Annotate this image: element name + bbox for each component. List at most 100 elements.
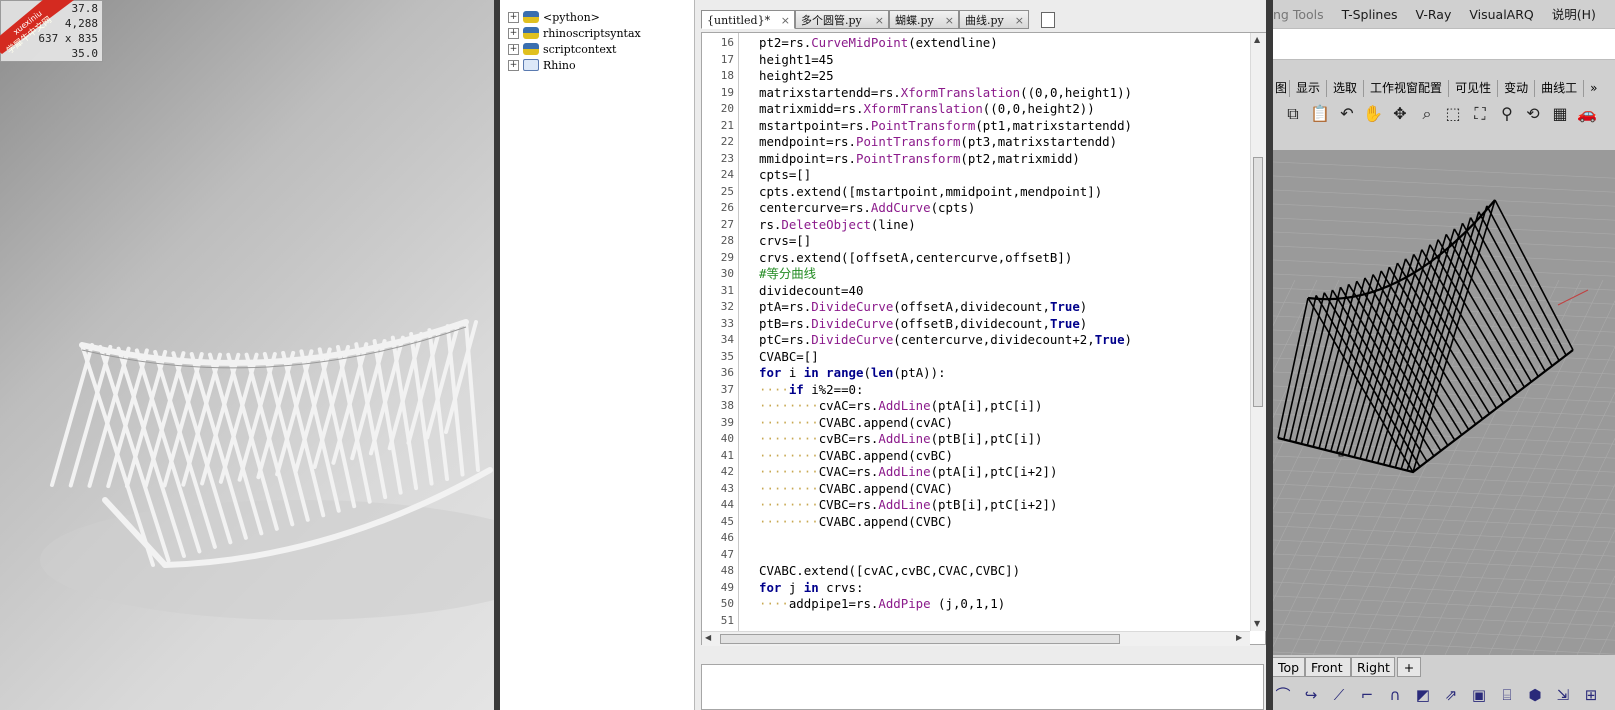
rhino-module-icon — [523, 59, 539, 71]
code-line: rs.DeleteObject(line) — [759, 216, 916, 232]
viewport-tabs: Top Front Right + — [1273, 657, 1615, 679]
tab-untitled[interactable]: {untitled}* × — [701, 10, 795, 29]
bottom-toolbar: ⌒ ↪ ⟋ ⌐ ∩ ◩ ⇗ ▣ ⌸ ⬢ ⇲ ⊞ — [1273, 682, 1615, 710]
wireframe-model — [1273, 161, 1615, 655]
command-line[interactable] — [1273, 28, 1615, 60]
add-viewport-icon[interactable]: + — [1397, 657, 1421, 677]
perspective-viewport[interactable] — [1273, 150, 1615, 655]
toolbar-tab[interactable]: 可见性 — [1449, 80, 1499, 97]
blend-icon[interactable]: ↪ — [1301, 685, 1321, 705]
toolbar-tab[interactable]: 曲线工 — [1535, 80, 1585, 97]
tab-curve[interactable]: 曲线.py × — [959, 10, 1029, 29]
rotate-view-icon[interactable]: ⟲ — [1523, 104, 1543, 124]
script-editor-window: + <python> + rhinoscriptsyntax + scriptc… — [500, 0, 1266, 710]
pipe-sculpture-render — [40, 319, 494, 620]
watermark-logo: xuexiniu 学犀牛中文网 — [0, 0, 74, 54]
cylinder-icon[interactable]: ⌸ — [1497, 685, 1517, 705]
scroll-up-icon[interactable]: ▲ — [1254, 35, 1260, 44]
toolbar-tab[interactable]: 变动 — [1498, 80, 1536, 97]
tab-right[interactable]: Right — [1351, 657, 1395, 677]
new-tab-icon[interactable] — [1041, 12, 1055, 28]
zoom-window-icon[interactable]: ⬚ — [1443, 104, 1463, 124]
code-line: ptB=rs.DivideCurve(offsetB,dividecount,T… — [759, 315, 1088, 331]
toolbar-tab[interactable]: 工作视窗配置 — [1364, 80, 1450, 97]
close-icon[interactable]: × — [781, 11, 790, 30]
box-icon[interactable]: ▣ — [1469, 685, 1489, 705]
code-line: crvs=[] — [759, 233, 812, 248]
code-line: ptC=rs.DivideCurve(centercurve,dividecou… — [759, 332, 1133, 347]
tab-front[interactable]: Front — [1305, 657, 1351, 677]
tab-butterfly[interactable]: 蝴蝶.py × — [889, 10, 959, 29]
menu-item[interactable]: V-Ray — [1416, 7, 1452, 22]
menu-item[interactable]: 说明(H) — [1552, 7, 1596, 22]
fillet-icon[interactable]: ⌐ — [1357, 685, 1377, 705]
tab-top[interactable]: Top — [1273, 657, 1305, 677]
code-line: ········cvBC=rs.AddLine(ptB[i],ptC[i]) — [759, 431, 1043, 446]
code-line: CVABC.extend([cvAC,cvBC,CVAC,CVBC]) — [759, 563, 1021, 578]
scroll-right-icon[interactable]: ▶ — [1236, 633, 1242, 642]
car-icon[interactable]: 🚗 — [1577, 104, 1597, 124]
expand-icon[interactable]: + — [508, 11, 519, 23]
solid-icon[interactable]: ⬢ — [1525, 685, 1545, 705]
paste-icon[interactable]: 📋 — [1310, 104, 1330, 124]
toolbar-tab[interactable]: 显示 — [1290, 80, 1328, 97]
code-line: mendpoint=rs.PointTransform(pt3,matrixst… — [759, 134, 1118, 149]
pan-icon[interactable]: ✋ — [1363, 104, 1383, 124]
extrude-icon[interactable]: ⇗ — [1441, 685, 1461, 705]
code-line: ptA=rs.DivideCurve(offsetA,dividecount,T… — [759, 299, 1088, 314]
code-line: ········CVABC.append(CVBC) — [759, 513, 953, 529]
tab-multi-pipe[interactable]: 多个圆管.py × — [795, 10, 889, 29]
code-editor[interactable]: 16 17 18 19 20 21 22 23 24 25 26 27 28 29 30 31 32 33 34 35… — [701, 32, 1266, 646]
surface-icon[interactable]: ◩ — [1413, 685, 1433, 705]
zoom-extents-icon[interactable]: ⛶ — [1470, 104, 1490, 124]
code-line: ····if i%2==0: — [759, 381, 864, 397]
scroll-thumb[interactable] — [720, 634, 1120, 644]
horizontal-scrollbar[interactable]: ◀ ▶ — [702, 631, 1250, 646]
four-viewports-icon[interactable]: ▦ — [1550, 104, 1570, 124]
undo-icon[interactable]: ↶ — [1337, 104, 1357, 124]
zoom-icon[interactable]: ⌕ — [1417, 104, 1437, 124]
toolbar-tab[interactable]: 选取 — [1327, 80, 1365, 97]
menu-item[interactable]: T-Splines — [1342, 7, 1398, 22]
overflow-icon[interactable]: » — [1584, 80, 1603, 97]
scroll-left-icon[interactable]: ◀ — [705, 633, 711, 642]
rotate-icon[interactable]: ✥ — [1390, 104, 1410, 124]
expand-icon[interactable]: + — [508, 27, 519, 39]
tree-item-python[interactable]: + <python> — [508, 9, 600, 25]
code-line: pt2=rs.CurveMidPoint(extendline) — [759, 35, 998, 50]
expand-icon[interactable]: + — [508, 59, 519, 71]
tree-item-rhinoscriptsyntax[interactable]: + rhinoscriptsyntax — [508, 25, 641, 41]
toolbar-tabs: 图显示 选取 工作视窗配置 可见性 变动 曲线工» — [1273, 80, 1615, 98]
close-icon[interactable]: × — [1015, 11, 1024, 30]
scroll-thumb[interactable] — [1253, 157, 1263, 407]
polyline-icon[interactable]: ⟋ — [1329, 685, 1349, 705]
toolbar-tab[interactable]: 图 — [1273, 80, 1291, 97]
tree-item-scriptcontext[interactable]: + scriptcontext — [508, 41, 616, 57]
tree-item-label: scriptcontext — [543, 42, 617, 56]
mesh-icon[interactable]: ⊞ — [1581, 685, 1601, 705]
code-line: ····addpipe1=rs.AddPipe (j,0,1,1) — [759, 596, 1006, 611]
tab-label: 曲线.py — [965, 14, 1004, 27]
close-icon[interactable]: × — [875, 11, 884, 30]
vertical-scrollbar[interactable]: ▲ ▼ — [1250, 33, 1266, 631]
code-line: dividecount=40 — [759, 282, 864, 298]
expand-icon[interactable]: + — [508, 43, 519, 55]
output-pane[interactable] — [701, 664, 1264, 710]
arc-icon[interactable]: ∩ — [1385, 685, 1405, 705]
menu-item[interactable]: ng Tools — [1273, 7, 1324, 22]
curve-icon[interactable]: ⌒ — [1273, 685, 1293, 705]
python-icon — [523, 43, 539, 55]
code-line: crvs.extend([offsetA,centercurve,offsetB… — [759, 249, 1073, 265]
tree-item-label: <python> — [543, 10, 600, 24]
zoom-selected-icon[interactable]: ⚲ — [1497, 104, 1517, 124]
code-line: height2=25 — [759, 68, 834, 83]
code-line: ········CVABC.append(cvAC) — [759, 414, 953, 430]
menu-item[interactable]: VisualARQ — [1469, 7, 1533, 22]
copy-icon[interactable]: ⧉ — [1283, 104, 1303, 124]
close-icon[interactable]: × — [945, 11, 954, 30]
scroll-down-icon[interactable]: ▼ — [1254, 619, 1260, 628]
code-line: ········CVBC=rs.AddLine(ptB[i],ptC[i+2]) — [759, 497, 1058, 512]
tree-item-rhino[interactable]: + Rhino — [508, 57, 576, 73]
menu-bar: ng Tools T-Splines V-Ray VisualARQ 说明(H) — [1273, 4, 1615, 26]
transform-icon[interactable]: ⇲ — [1553, 685, 1573, 705]
